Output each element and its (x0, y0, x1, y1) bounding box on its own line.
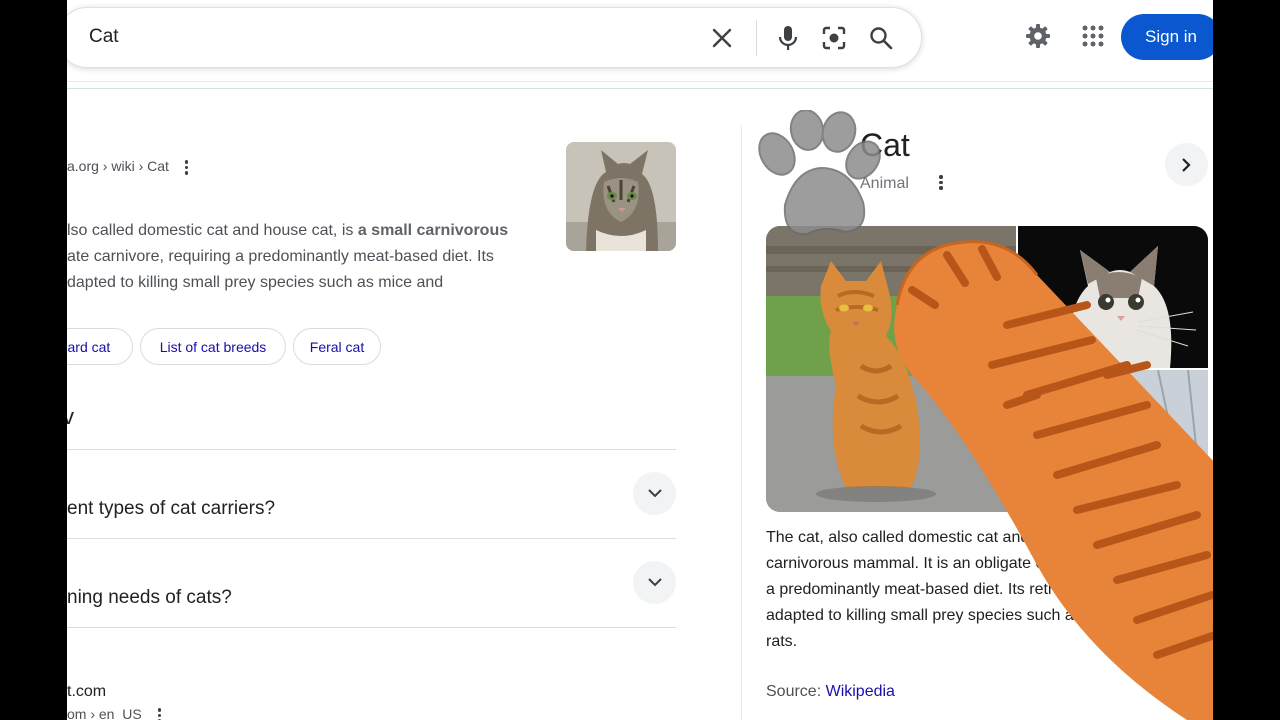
result-snippet-line: ate carnivore, requiring a predominantly… (67, 248, 494, 265)
more-options-icon[interactable] (939, 173, 943, 192)
wikipedia-link[interactable]: Wikipedia (826, 683, 895, 700)
more-options-icon[interactable] (184, 158, 189, 177)
header-divider (67, 81, 1213, 82)
browser-page: Cat Sign in a.org › wiki › Cat lso calle… (67, 0, 1213, 720)
related-chip[interactable]: Feral cat (293, 328, 381, 365)
result-breadcrumb[interactable]: om › en_US (67, 706, 162, 720)
snippet-text: lso called domestic cat and house cat, i… (67, 222, 358, 239)
close-icon[interactable] (709, 25, 735, 51)
search-icon[interactable] (868, 25, 894, 51)
result-breadcrumb-text[interactable]: om › en_US (67, 706, 142, 720)
search-box[interactable]: Cat (67, 7, 922, 68)
divider (67, 627, 676, 628)
section-title: v (67, 404, 74, 429)
apps-grid-icon[interactable] (1079, 22, 1107, 50)
source-label: Source: (766, 683, 826, 700)
result-site-name[interactable]: t.com (67, 683, 106, 701)
result-thumbnail[interactable] (566, 142, 676, 251)
search-input[interactable]: Cat (89, 26, 119, 48)
tabs-underline (67, 88, 1213, 89)
gear-icon[interactable] (1024, 22, 1052, 50)
cat-paw-overlay-icon (894, 240, 1213, 720)
related-chip[interactable]: bard cat (67, 328, 133, 365)
divider (67, 449, 676, 450)
result-breadcrumb[interactable]: a.org › wiki › Cat (67, 158, 189, 177)
divider (67, 538, 676, 539)
camera-lens-icon[interactable] (821, 25, 847, 51)
result-breadcrumb-text[interactable]: a.org › wiki › Cat (67, 158, 169, 174)
knowledge-panel-description: rats. (766, 633, 798, 650)
chevron-down-icon[interactable] (633, 472, 676, 515)
chevron-down-icon[interactable] (633, 561, 676, 604)
sign-in-button[interactable]: Sign in (1121, 14, 1213, 60)
result-snippet-line: dapted to killing small prey species suc… (67, 274, 444, 291)
search-divider (756, 20, 757, 56)
related-chip[interactable]: List of cat breeds (140, 328, 286, 365)
more-options-icon[interactable] (157, 706, 162, 720)
question-item[interactable]: ning needs of cats? (67, 587, 232, 609)
column-divider (741, 125, 742, 720)
knowledge-panel-source: Source: Wikipedia (766, 683, 895, 701)
mic-icon[interactable] (775, 25, 801, 51)
question-item[interactable]: ent types of cat carriers? (67, 498, 275, 520)
snippet-highlight: a small carnivorous (357, 222, 509, 239)
paw-print-icon (758, 110, 881, 236)
chevron-right-icon[interactable] (1165, 143, 1208, 186)
result-snippet-line: lso called domestic cat and house cat, i… (67, 222, 508, 240)
